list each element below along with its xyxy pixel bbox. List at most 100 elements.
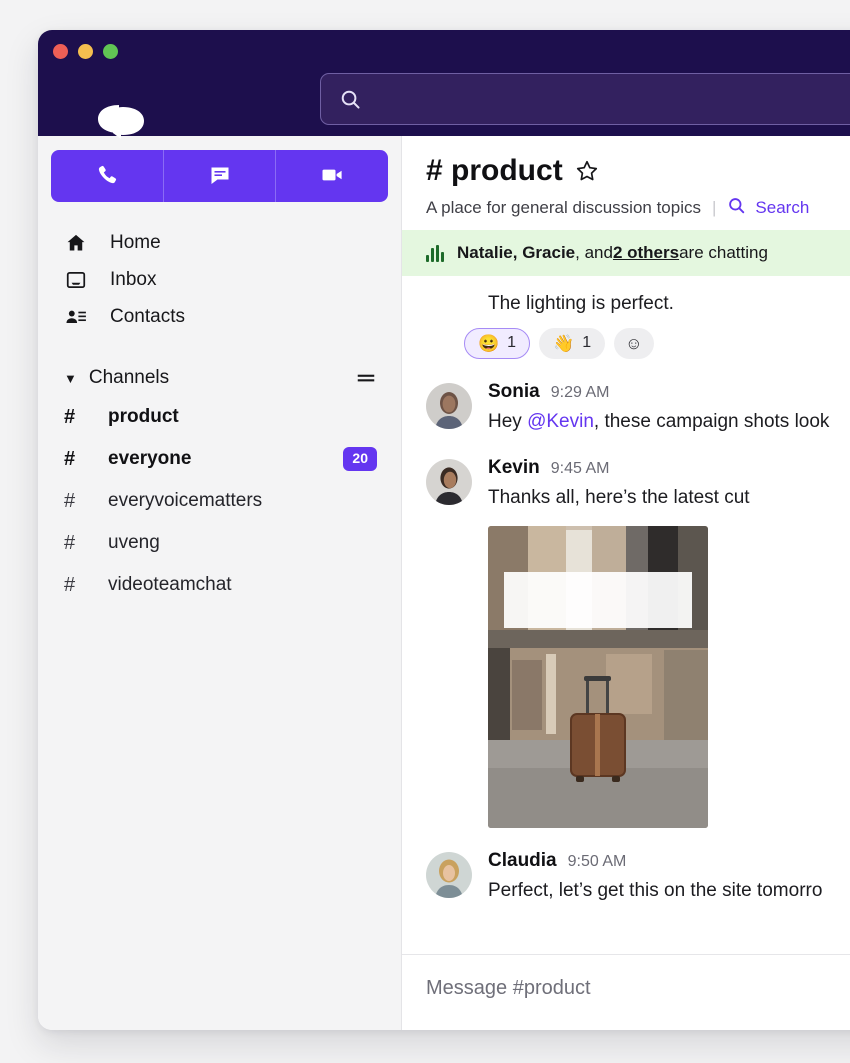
- channel-header: # product A place for general discussion…: [402, 136, 850, 230]
- zoom-window-button[interactable]: [103, 44, 118, 59]
- reaction-pill[interactable]: 😀 1: [464, 327, 531, 359]
- app-body: Home Inbox Contacts ▼ Channels # product…: [38, 136, 850, 1030]
- channel-topic: A place for general discussion topics: [426, 198, 701, 217]
- channel-item-label: videoteamchat: [108, 574, 232, 595]
- channel-hash: #: [426, 154, 443, 187]
- global-search-bar[interactable]: [320, 73, 850, 125]
- inbox-icon: [64, 268, 88, 292]
- message-text-segment: Perfect, let’s get this on the site tomo…: [488, 879, 823, 901]
- avatar[interactable]: [426, 459, 472, 505]
- message-meta: Claudia 9:50 AM: [488, 850, 850, 872]
- video-camera-icon: [320, 163, 344, 190]
- channel-search-link[interactable]: Search: [727, 196, 809, 220]
- audio-bars-icon: [426, 244, 444, 262]
- add-reaction-button[interactable]: ☺: [614, 327, 654, 359]
- reaction-emoji: 👋: [553, 333, 575, 353]
- unread-count-badge: 20: [343, 447, 377, 471]
- reaction-pill[interactable]: 👋 1: [539, 327, 606, 359]
- message-text-segment: Hey: [488, 410, 528, 432]
- message-meta: Sonia 9:29 AM: [488, 381, 850, 403]
- app-window: Home Inbox Contacts ▼ Channels # product…: [38, 30, 850, 1030]
- hash-icon: #: [64, 573, 76, 596]
- message-text-segment: Thanks all, here’s the latest cut: [488, 487, 750, 509]
- reaction-emoji: 😀: [478, 333, 500, 353]
- channels-section-header[interactable]: ▼ Channels: [50, 360, 389, 396]
- sidebar-item-contacts[interactable]: Contacts: [50, 298, 389, 335]
- channel-item-everyvoicematters[interactable]: # everyvoicematters: [50, 480, 389, 522]
- message-author[interactable]: Kevin: [488, 457, 540, 479]
- chevron-down-icon[interactable]: ▼: [64, 372, 77, 385]
- hash-icon: #: [64, 531, 76, 554]
- channel-item-uveng[interactable]: # uveng: [50, 522, 389, 564]
- avatar[interactable]: [426, 383, 472, 429]
- chat-icon: [208, 163, 232, 190]
- channel-item-videoteamchat[interactable]: # videoteamchat: [50, 564, 389, 606]
- reaction-row: 😀 1 👋 1 ☺: [402, 327, 850, 359]
- chat-bubbles-logo: [93, 103, 149, 139]
- equals-menu-icon[interactable]: [355, 367, 377, 389]
- close-window-button[interactable]: [53, 44, 68, 59]
- message-item: Sonia 9:29 AM Hey @Kevin, these campaign s…: [402, 381, 850, 436]
- sidebar-item-inbox[interactable]: Inbox: [50, 261, 389, 298]
- avatar[interactable]: [426, 852, 472, 898]
- page-title: # product: [426, 154, 563, 188]
- message-author[interactable]: Claudia: [488, 850, 557, 872]
- hash-icon: #: [64, 447, 76, 470]
- channel-list: # product # everyone 20 # everyvoicematters # uv…: [50, 396, 389, 606]
- message-timestamp: 9:29 AM: [550, 383, 610, 401]
- channel-item-everyone[interactable]: # everyone 20: [50, 438, 389, 480]
- message-item: Claudia 9:50 AM Perfect, let’s get this on…: [402, 850, 850, 905]
- search-icon: [727, 196, 746, 220]
- start-video-button[interactable]: [275, 150, 388, 202]
- window-controls: [53, 44, 118, 59]
- message-timestamp: 9:50 AM: [567, 852, 627, 870]
- channel-item-label: uveng: [108, 532, 160, 553]
- sidebar: Home Inbox Contacts ▼ Channels # product…: [38, 136, 402, 1030]
- composer-area: Message #product: [402, 954, 850, 1030]
- message-text: Hey @Kevin, these campaign shots look: [488, 408, 850, 436]
- hash-icon: #: [64, 489, 76, 512]
- channel-name: product: [451, 154, 563, 187]
- message-item: Kevin 9:45 AM Thanks all, here’s the lates…: [402, 457, 850, 828]
- sidebar-item-label: Home: [110, 231, 161, 253]
- quick-action-bar: [51, 150, 388, 202]
- channels-section-label: Channels: [88, 367, 170, 388]
- messages-container: Sonia 9:29 AM Hey @Kevin, these campaign s…: [402, 381, 850, 905]
- contacts-icon: [64, 305, 88, 329]
- message-text: The lighting is perfect.: [488, 293, 674, 314]
- user-mention[interactable]: @Kevin: [527, 411, 594, 432]
- sidebar-item-label: Contacts: [110, 305, 185, 327]
- message-author[interactable]: Sonia: [488, 381, 540, 403]
- huddle-participant-names: Natalie, Gracie: [457, 243, 576, 262]
- message-timestamp: 9:45 AM: [550, 460, 610, 478]
- search-input[interactable]: [362, 90, 850, 108]
- message-list[interactable]: The lighting is perfect. 😀 1 👋 1 ☺ Sonia 9:29…: [402, 276, 850, 954]
- reaction-count: 1: [582, 334, 592, 352]
- home-icon: [64, 231, 88, 255]
- message-body: Sonia 9:29 AM Hey @Kevin, these campaign s…: [488, 381, 850, 436]
- huddle-suffix: are chatting: [679, 243, 768, 262]
- message-partial-top: The lighting is perfect.: [402, 290, 850, 318]
- start-call-button[interactable]: [51, 150, 163, 202]
- search-icon: [339, 88, 362, 111]
- huddle-connector: , and: [575, 243, 613, 262]
- star-outline-icon[interactable]: [575, 159, 599, 183]
- message-body: Kevin 9:45 AM Thanks all, here’s the lates…: [488, 457, 850, 828]
- huddle-others-link[interactable]: 2 others: [613, 243, 679, 263]
- message-text: Thanks all, here’s the latest cut: [488, 484, 850, 512]
- channel-subheader: A place for general discussion topics | …: [426, 196, 850, 220]
- channel-search-label: Search: [755, 198, 810, 217]
- message-attachment-image[interactable]: [488, 525, 708, 828]
- huddle-banner[interactable]: Natalie, Gracie, and 2 others are chatti…: [402, 230, 850, 276]
- message-meta: Kevin 9:45 AM: [488, 457, 850, 479]
- message-text: Perfect, let’s get this on the site tomo…: [488, 877, 850, 905]
- phone-icon: [95, 163, 119, 190]
- channel-item-label: product: [108, 406, 179, 427]
- minimize-window-button[interactable]: [78, 44, 93, 59]
- new-message-button[interactable]: [162, 150, 276, 202]
- sidebar-item-home[interactable]: Home: [50, 224, 389, 261]
- channel-title-row: # product: [426, 154, 850, 188]
- channel-item-product[interactable]: # product: [50, 396, 389, 438]
- message-text-segment: , these campaign shots look: [593, 410, 830, 432]
- message-input[interactable]: Message #product: [426, 977, 850, 1000]
